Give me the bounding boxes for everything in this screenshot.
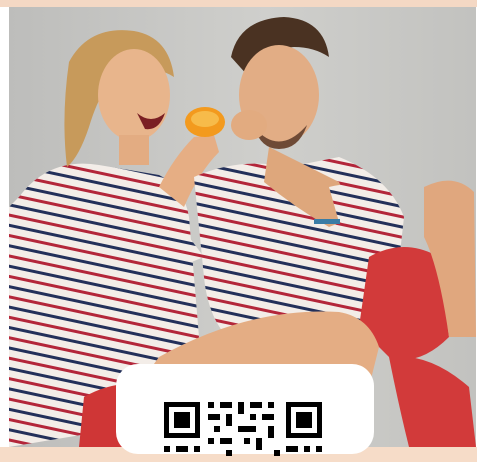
top-color-band: [0, 0, 477, 7]
bracelet: [314, 219, 340, 224]
qr-card: [116, 364, 374, 456]
man-hand: [231, 110, 267, 140]
woman-face: [98, 49, 170, 141]
orange-inner: [191, 111, 219, 127]
qr-code-icon: [164, 402, 322, 456]
woman-neck: [119, 135, 149, 165]
